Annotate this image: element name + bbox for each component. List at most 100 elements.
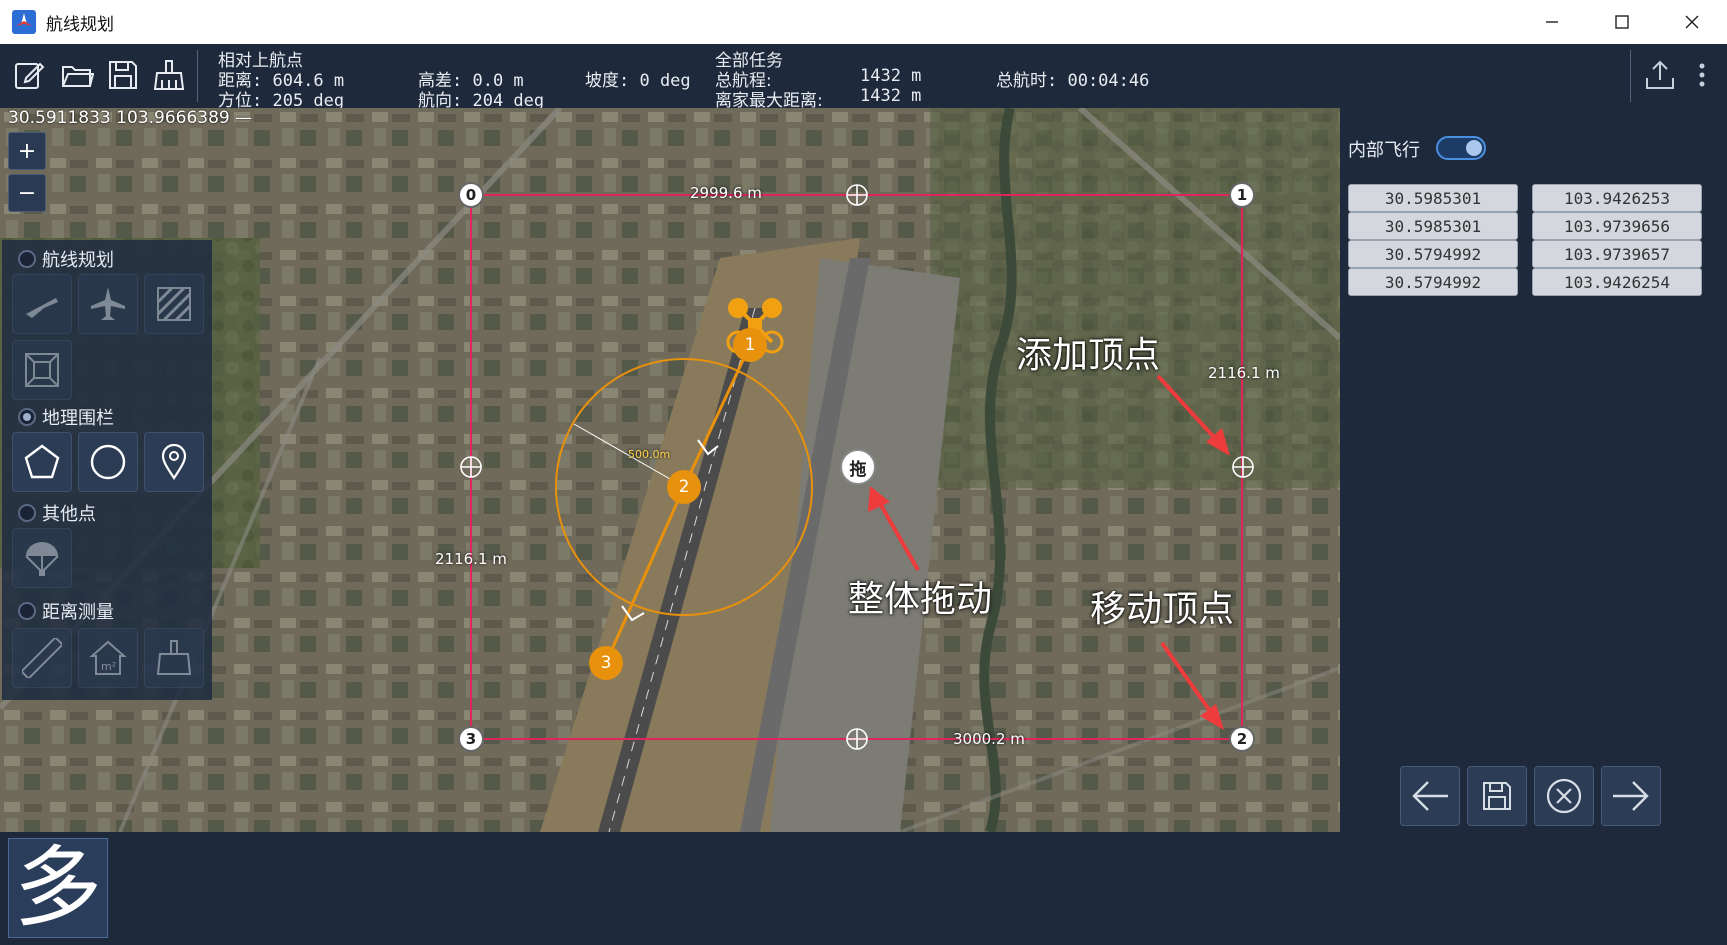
add-vertex-marker[interactable] <box>1231 455 1255 479</box>
hatch-area-button[interactable] <box>144 274 204 334</box>
zoom-in-button[interactable]: + <box>8 132 46 170</box>
vertex-latitude-cell[interactable]: 30.5794992 <box>1348 268 1518 296</box>
upload-icon[interactable] <box>1643 58 1677 92</box>
folder-open-icon[interactable] <box>60 58 94 92</box>
add-vertex-marker[interactable] <box>845 727 869 751</box>
toolbar-divider <box>197 50 198 102</box>
save-fence-button[interactable] <box>1467 766 1527 826</box>
add-vertex-marker[interactable] <box>459 455 483 479</box>
inner-flight-label: 内部飞行 <box>1348 140 1420 161</box>
clear-measure-button[interactable] <box>144 628 204 688</box>
airplane-button[interactable] <box>78 274 138 334</box>
cancel-circle-icon <box>1546 778 1582 814</box>
area-house-icon: m² <box>89 640 127 675</box>
arrow-drag-whole <box>868 486 920 571</box>
geofence-label: 地理围栏 <box>42 408 114 429</box>
fence-vertex[interactable]: 3 <box>458 726 484 752</box>
maximize-button[interactable] <box>1587 0 1657 44</box>
edit-icon[interactable] <box>12 58 46 92</box>
window-title: 航线规划 <box>46 15 114 35</box>
annotation-move-vertex: 移动顶点 <box>1090 589 1235 630</box>
arrow-add-vertex <box>1156 374 1230 456</box>
vertex-latitude-cell[interactable]: 30.5794992 <box>1348 240 1518 268</box>
edge-length-left: 2116.1 m <box>435 550 507 568</box>
toolbar: 相对上航点 距离: 604.6 m 方位: 205 deg 高差: 0.0 m … <box>0 44 1727 111</box>
vertex-longitude-cell[interactable]: 103.9739656 <box>1532 212 1702 240</box>
ruler-icon <box>22 638 62 678</box>
distance-measure-option[interactable]: 距离测量 <box>18 598 114 624</box>
takeoff-icon <box>26 298 58 318</box>
airplane-icon <box>91 287 125 320</box>
takeoff-button[interactable] <box>12 274 72 334</box>
toolbar-divider-right <box>1630 50 1631 102</box>
area-measure-button[interactable]: m² <box>78 628 138 688</box>
distance-measure-radio[interactable] <box>18 602 36 620</box>
vertex-longitude-cell[interactable]: 103.9739657 <box>1532 240 1702 268</box>
route-planning-option[interactable]: 航线规划 <box>18 246 114 272</box>
save-icon[interactable] <box>106 58 140 92</box>
drag-whole-handle[interactable]: 拖 <box>840 449 876 485</box>
multi-mode-button[interactable]: 多 <box>8 838 108 938</box>
waypoint-marker[interactable]: 2 <box>667 470 701 504</box>
edge-length-bottom: 3000.2 m <box>953 730 1025 748</box>
frame-area-button[interactable] <box>12 340 72 400</box>
max-home-distance-value: 1432 m <box>860 86 922 106</box>
add-vertex-marker[interactable] <box>845 183 869 207</box>
zoom-out-button[interactable]: − <box>8 174 46 212</box>
edge-length-right: 2116.1 m <box>1208 364 1280 382</box>
previous-button[interactable] <box>1400 766 1460 826</box>
next-button[interactable] <box>1601 766 1661 826</box>
annotation-drag-whole: 整体拖动 <box>848 579 993 620</box>
vertex-longitude-cell[interactable]: 103.9426253 <box>1532 184 1702 212</box>
distance-measure-label: 距离测量 <box>42 602 114 623</box>
parachute-button[interactable] <box>12 528 72 588</box>
route-planning-radio[interactable] <box>18 250 36 268</box>
cancel-button[interactable] <box>1534 766 1594 826</box>
route-planning-label: 航线规划 <box>42 250 114 271</box>
arrow-left-icon <box>1412 781 1448 811</box>
geofence-option[interactable]: 地理围栏 <box>18 404 114 430</box>
map-view[interactable]: 30.5911833 103.9666389 — + − 航线规划 地理围栏 其… <box>0 108 1340 832</box>
svg-text:m²: m² <box>101 660 116 673</box>
parachute-icon <box>25 542 59 576</box>
app-logo-icon <box>12 10 36 34</box>
broom-clear-icon[interactable] <box>152 58 186 92</box>
total-range-value: 1432 m <box>860 66 922 86</box>
save-icon <box>1483 782 1511 810</box>
tool-panel: 航线规划 地理围栏 其他点 距离测量 m² <box>2 240 212 700</box>
vertex-latitude-cell[interactable]: 30.5985301 <box>1348 184 1518 212</box>
fence-vertex[interactable]: 0 <box>458 182 484 208</box>
bottom-bar: 多 <box>0 832 1727 945</box>
total-time-readout: 总航时: 00:04:46 <box>996 71 1150 91</box>
title-bar: 航线规划 <box>0 0 1727 45</box>
arrow-move-vertex <box>1160 641 1224 730</box>
fence-vertex[interactable]: 2 <box>1229 726 1255 752</box>
close-icon <box>1685 15 1699 29</box>
other-points-radio[interactable] <box>18 504 36 522</box>
cursor-coordinate-readout: 30.5911833 103.9666389 — <box>8 108 253 128</box>
point-fence-button[interactable] <box>144 432 204 492</box>
location-pin-icon <box>161 443 187 480</box>
polygon-fence-button[interactable] <box>12 432 72 492</box>
waypoint-marker[interactable]: 3 <box>589 646 623 680</box>
slope-readout: 坡度: 0 deg <box>585 71 691 91</box>
polygon-icon <box>24 444 60 479</box>
frame-area-icon <box>25 353 59 387</box>
circle-icon <box>90 444 126 480</box>
vertex-latitude-cell[interactable]: 30.5985301 <box>1348 212 1518 240</box>
side-panel: 内部飞行 30.5985301 103.9426253 30.5985301 1… <box>1340 108 1727 832</box>
more-icon[interactable] <box>1690 58 1714 92</box>
maximize-icon <box>1615 15 1629 29</box>
geofence-radio[interactable] <box>18 408 36 426</box>
vertex-longitude-cell[interactable]: 103.9426254 <box>1532 268 1702 296</box>
fence-vertex[interactable]: 1 <box>1229 182 1255 208</box>
inner-flight-toggle[interactable] <box>1436 136 1486 160</box>
circle-fence-button[interactable] <box>78 432 138 492</box>
close-button[interactable] <box>1657 0 1727 44</box>
minimize-button[interactable] <box>1517 0 1587 44</box>
other-points-option[interactable]: 其他点 <box>18 500 96 526</box>
arrow-right-icon <box>1613 781 1649 811</box>
ruler-button[interactable] <box>12 628 72 688</box>
waypoint-marker[interactable]: 1 <box>733 328 767 362</box>
radius-label: 500.0m <box>628 448 671 461</box>
